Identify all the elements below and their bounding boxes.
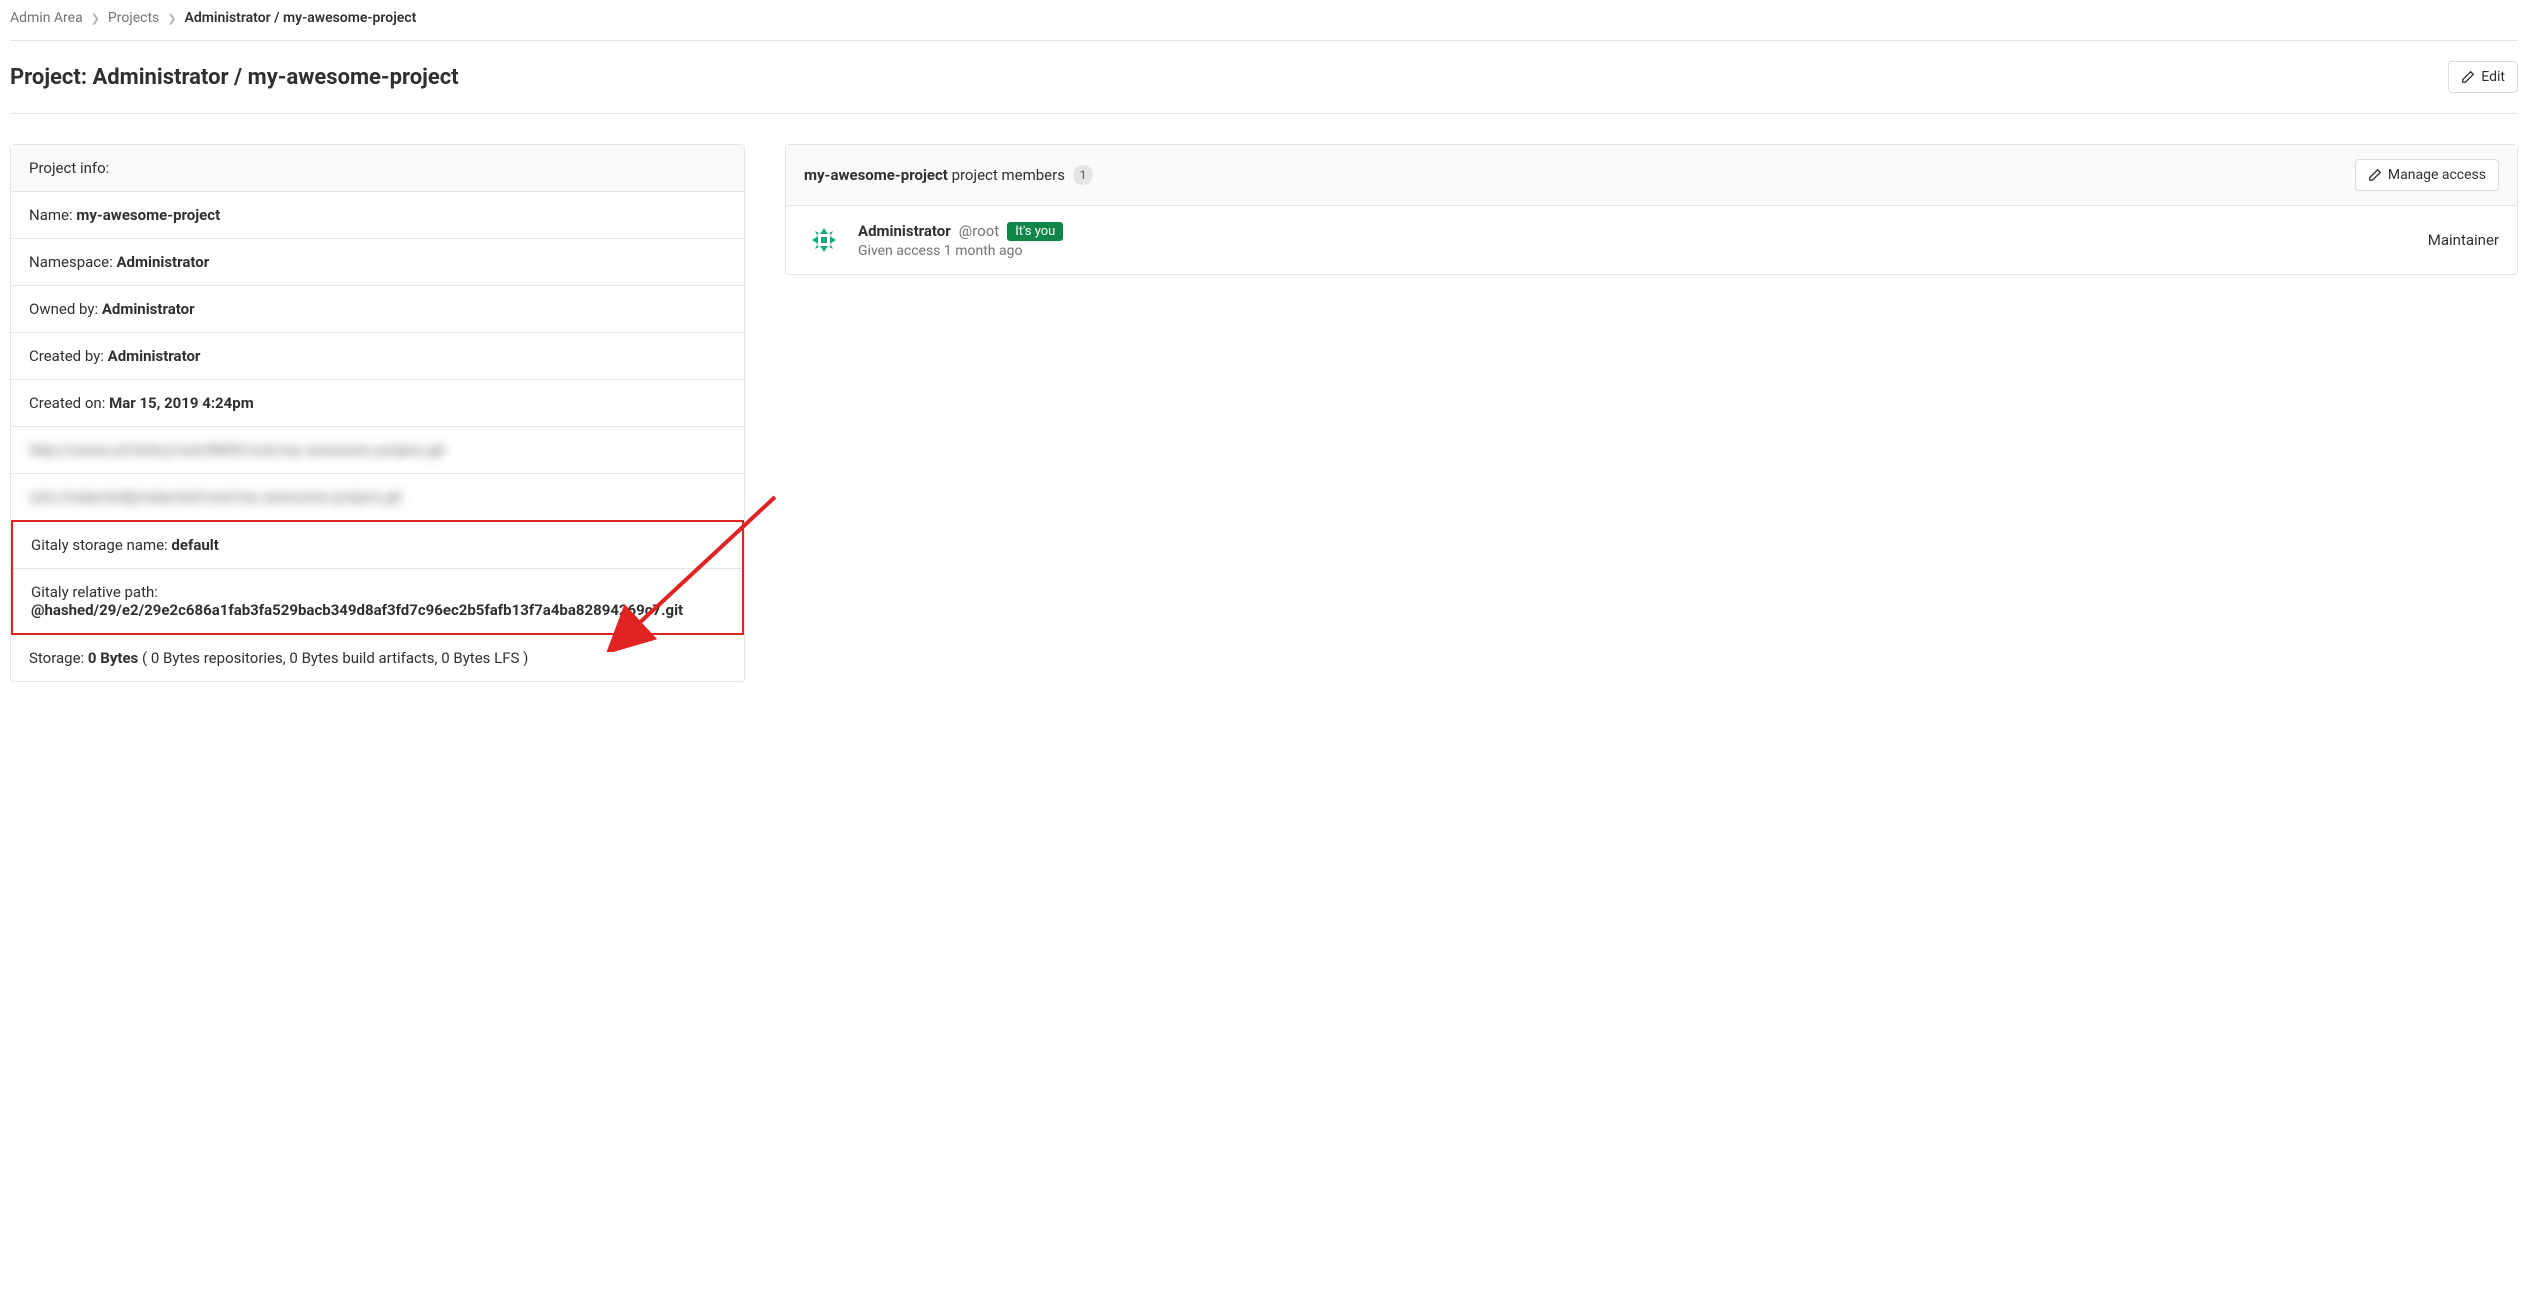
chevron-right-icon: ❯	[167, 12, 176, 25]
chevron-right-icon: ❯	[91, 12, 100, 25]
info-namespace: Namespace: Administrator	[11, 239, 744, 286]
member-role: Maintainer	[2428, 231, 2499, 249]
info-name-value: my-awesome-project	[76, 206, 220, 224]
breadcrumb: Admin Area ❯ Projects ❯ Administrator / …	[10, 10, 2518, 41]
breadcrumb-projects[interactable]: Projects	[108, 10, 159, 26]
info-created-by-label: Created by:	[29, 347, 108, 365]
pencil-icon	[2461, 70, 2475, 84]
members-header-suffix: project members	[948, 166, 1065, 184]
gitaly-path-label: Gitaly relative path:	[31, 583, 724, 601]
info-created-by: Created by: Administrator	[11, 333, 744, 380]
member-info: Administrator @root It's you Given acces…	[858, 222, 2414, 259]
info-owned-by-label: Owned by:	[29, 300, 102, 318]
redacted-text: ssh://redacted@redacted/root/my-awesome-…	[29, 488, 726, 506]
info-name: Name: my-awesome-project	[11, 192, 744, 239]
storage-detail: ( 0 Bytes repositories, 0 Bytes build ar…	[138, 649, 528, 667]
manage-access-button[interactable]: Manage access	[2355, 159, 2499, 191]
gitaly-storage-value: default	[171, 536, 218, 554]
members-count-badge: 1	[1073, 165, 1093, 185]
its-you-badge: It's you	[1007, 222, 1063, 241]
info-redacted-2: ssh://redacted@redacted/root/my-awesome-…	[11, 474, 744, 520]
members-project-name: my-awesome-project	[804, 166, 948, 184]
info-created-on-value: Mar 15, 2019 4:24pm	[109, 394, 254, 412]
member-row: Administrator @root It's you Given acces…	[786, 206, 2517, 274]
info-owned-by: Owned by: Administrator	[11, 286, 744, 333]
info-namespace-value: Administrator	[116, 253, 209, 271]
project-info-panel: Project info: Name: my-awesome-project N…	[10, 144, 745, 682]
project-info-header-text: Project info:	[29, 159, 109, 177]
info-gitaly-path: Gitaly relative path: @hashed/29/e2/29e2…	[13, 569, 742, 633]
member-name[interactable]: Administrator	[858, 222, 951, 240]
member-handle: @root	[959, 222, 999, 240]
breadcrumb-admin-area[interactable]: Admin Area	[10, 10, 83, 26]
info-owned-by-value: Administrator	[102, 300, 195, 318]
storage-label: Storage:	[29, 649, 88, 667]
info-created-by-value: Administrator	[108, 347, 201, 365]
gitaly-path-value: @hashed/29/e2/29e2c686a1fab3fa529bacb349…	[31, 601, 683, 619]
highlighted-gitaly-section: Gitaly storage name: default Gitaly rela…	[11, 520, 744, 635]
project-info-header: Project info:	[11, 145, 744, 192]
member-access-given: Given access 1 month ago	[858, 243, 2414, 259]
page-header: Project: Administrator / my-awesome-proj…	[10, 41, 2518, 114]
edit-button[interactable]: Edit	[2448, 61, 2518, 93]
info-storage: Storage: 0 Bytes ( 0 Bytes repositories,…	[11, 635, 744, 681]
manage-access-label: Manage access	[2388, 167, 2486, 183]
storage-value: 0 Bytes	[88, 649, 138, 667]
gitaly-storage-label: Gitaly storage name:	[31, 536, 171, 554]
info-created-on: Created on: Mar 15, 2019 4:24pm	[11, 380, 744, 427]
members-panel: my-awesome-project project members 1 Man…	[785, 144, 2518, 275]
breadcrumb-current: Administrator / my-awesome-project	[184, 10, 416, 26]
avatar[interactable]	[804, 220, 844, 260]
info-gitaly-storage: Gitaly storage name: default	[13, 522, 742, 569]
edit-button-label: Edit	[2481, 69, 2505, 85]
members-header: my-awesome-project project members 1 Man…	[786, 145, 2517, 206]
info-redacted-1: http://some:url/entry/root/8805/root/my-…	[11, 427, 744, 474]
redacted-text: http://some:url/entry/root/8805/root/my-…	[29, 441, 726, 459]
info-created-on-label: Created on:	[29, 394, 109, 412]
info-name-label: Name:	[29, 206, 76, 224]
info-namespace-label: Namespace:	[29, 253, 116, 271]
pencil-icon	[2368, 168, 2382, 182]
page-title: Project: Administrator / my-awesome-proj…	[10, 65, 459, 90]
